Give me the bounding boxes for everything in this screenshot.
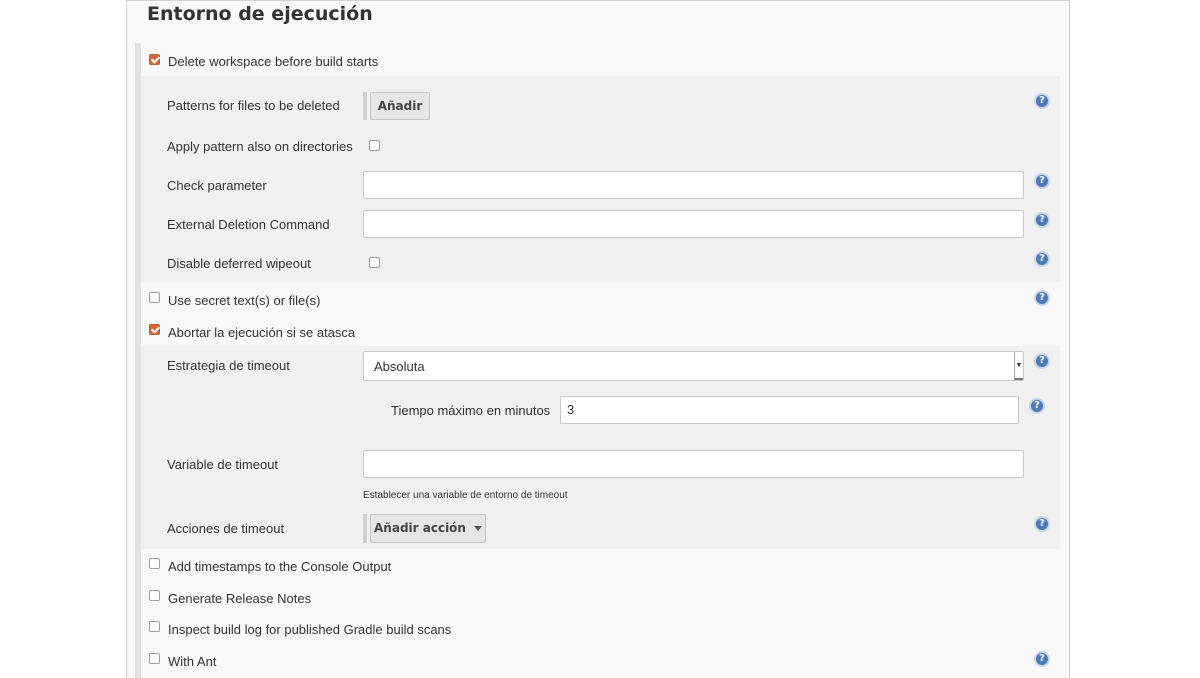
delete-workspace-label: Delete workspace before build starts: [168, 54, 379, 69]
with-ant-label: With Ant: [168, 654, 217, 669]
help-icon[interactable]: ?: [1034, 173, 1050, 189]
delete-workspace-checkbox[interactable]: [149, 54, 160, 65]
help-icon[interactable]: ?: [1034, 651, 1050, 667]
release-notes-checkbox[interactable]: [149, 590, 160, 601]
disable-wipeout-label: Disable deferred wipeout: [167, 256, 311, 271]
external-deletion-label: External Deletion Command: [167, 217, 330, 232]
timeout-strategy-label: Estrategia de timeout: [167, 358, 290, 373]
timeout-strategy-value: Absoluta: [374, 359, 425, 374]
caret-down-icon: [473, 526, 482, 531]
timestamps-checkbox[interactable]: [149, 558, 160, 569]
disable-wipeout-checkbox[interactable]: [369, 257, 380, 268]
release-notes-label: Generate Release Notes: [168, 591, 312, 606]
patterns-label: Patterns for files to be deleted: [167, 98, 340, 113]
help-icon[interactable]: ?: [1034, 353, 1050, 369]
add-pattern-button[interactable]: Añadir: [370, 92, 430, 120]
check-parameter-input[interactable]: [363, 171, 1024, 199]
apply-dirs-checkbox[interactable]: [369, 140, 380, 151]
section-title: Entorno de ejecución: [147, 3, 373, 25]
help-icon[interactable]: ?: [1034, 516, 1050, 532]
max-minutes-label: Tiempo máximo en minutos: [391, 403, 551, 418]
secret-checkbox[interactable]: [149, 292, 160, 303]
add-action-button[interactable]: Añadir acción: [370, 514, 486, 543]
dropdown-arrow-icon: ▼: [1014, 352, 1023, 380]
timestamps-label: Add timestamps to the Console Output: [168, 559, 392, 574]
help-icon[interactable]: ?: [1029, 398, 1045, 414]
timeout-variable-input[interactable]: [363, 450, 1024, 478]
timeout-variable-label: Variable de timeout: [167, 457, 279, 472]
secret-label: Use secret text(s) or file(s): [168, 293, 321, 308]
help-icon[interactable]: ?: [1034, 290, 1050, 306]
apply-dirs-label: Apply pattern also on directories: [167, 139, 353, 154]
abort-stuck-checkbox[interactable]: [149, 324, 160, 335]
button-bar: [363, 514, 367, 543]
timeout-strategy-select[interactable]: Absoluta ▼: [363, 351, 1024, 381]
timeout-variable-hint: Establecer una variable de entorno de ti…: [363, 490, 568, 501]
with-ant-checkbox[interactable]: [149, 653, 160, 664]
button-bar: [363, 92, 367, 120]
abort-stuck-label: Abortar la ejecución si se atasca: [168, 325, 356, 340]
help-icon[interactable]: ?: [1034, 93, 1050, 109]
external-deletion-input[interactable]: [363, 210, 1024, 238]
help-icon[interactable]: ?: [1034, 251, 1050, 267]
gradle-scans-checkbox[interactable]: [149, 621, 160, 632]
help-icon[interactable]: ?: [1034, 212, 1050, 228]
check-parameter-label: Check parameter: [167, 178, 267, 193]
add-action-label: Añadir acción: [374, 521, 466, 535]
timeout-actions-label: Acciones de timeout: [167, 521, 285, 536]
max-minutes-input[interactable]: 3: [560, 396, 1019, 424]
gradle-scans-label: Inspect build log for published Gradle b…: [168, 622, 452, 637]
